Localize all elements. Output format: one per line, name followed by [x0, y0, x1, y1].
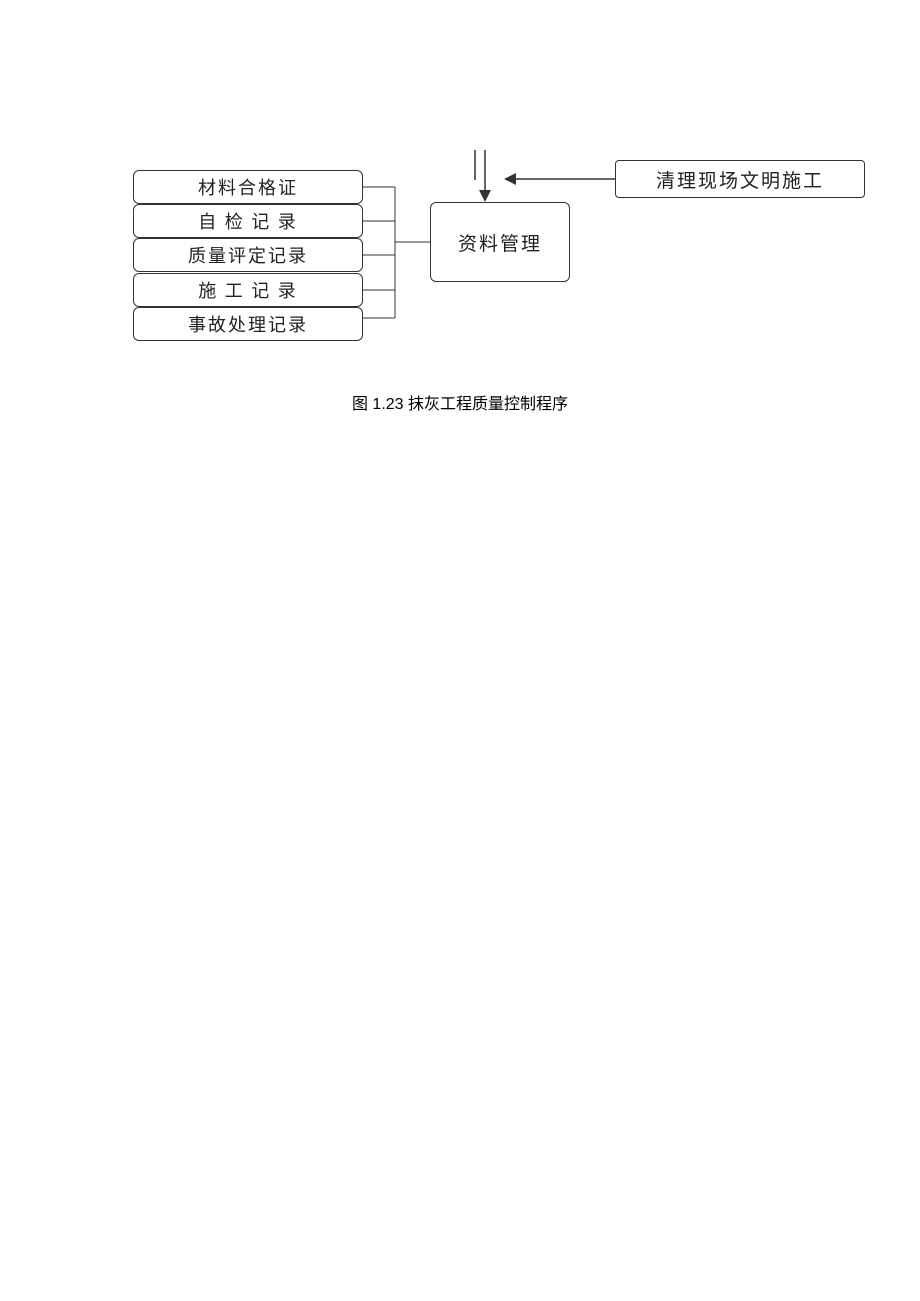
- caption-text: 图 1.23 抹灰工程质量控制程序: [352, 396, 568, 413]
- left-box-label: 质量评定记录: [188, 242, 308, 268]
- left-box-construction-record: 施 工 记 录: [133, 273, 363, 307]
- right-box-label: 清理现场文明施工: [656, 166, 824, 193]
- center-box-data-management: 资料管理: [430, 202, 570, 282]
- left-box-label: 材料合格证: [198, 174, 298, 200]
- left-box-material-cert: 材料合格证: [133, 170, 363, 204]
- left-box-quality-eval: 质量评定记录: [133, 238, 363, 272]
- left-box-self-inspect: 自 检 记 录: [133, 204, 363, 238]
- left-box-incident-record: 事故处理记录: [133, 307, 363, 341]
- left-box-label: 事故处理记录: [188, 311, 308, 337]
- left-box-label: 施 工 记 录: [198, 277, 298, 303]
- flowchart-diagram: 材料合格证 自 检 记 录 质量评定记录 施 工 记 录 事故处理记录 资料管理…: [0, 0, 920, 420]
- center-box-label: 资料管理: [458, 229, 542, 256]
- figure-caption: 图 1.23 抹灰工程质量控制程序: [0, 390, 920, 414]
- right-box-site-cleanup: 清理现场文明施工: [615, 160, 865, 198]
- left-box-label: 自 检 记 录: [198, 208, 298, 234]
